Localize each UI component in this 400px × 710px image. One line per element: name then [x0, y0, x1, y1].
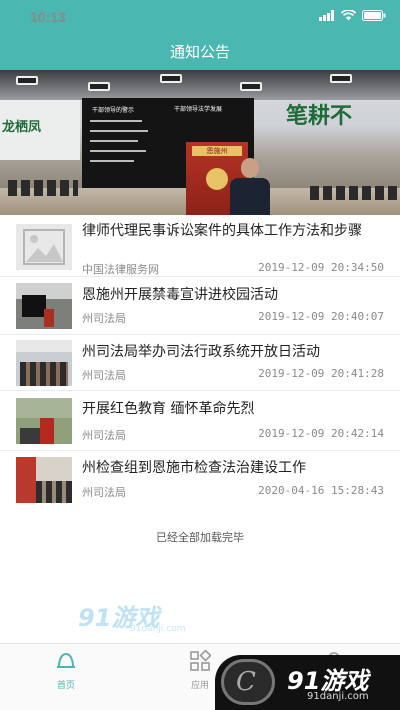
banner-calligraphy-right: 笔耕不 — [286, 103, 353, 129]
news-thumbnail — [16, 457, 72, 503]
watermark-url: 91danji.com — [130, 624, 186, 634]
list-item[interactable]: 州司法局举办司法行政系统开放日活动 州司法局 2019-12-09 20:41:… — [0, 335, 400, 391]
system-icons — [319, 10, 386, 21]
all-loaded-text: 已经全部加载完毕 — [156, 531, 244, 544]
watermark-brand-url: 91danji.com — [307, 691, 369, 702]
thumb-flag — [40, 418, 54, 444]
banner-image[interactable]: 龙栖凤 笔耕不 干部领导的警示 干部领导法学发展 恩施州 — [0, 70, 400, 215]
screen-title-right: 干部领导法学发展 — [174, 106, 223, 113]
banner-chairs — [310, 186, 400, 200]
list-item-source: 州司法局 — [82, 429, 126, 442]
list-item[interactable]: 律师代理民事诉讼案件的具体工作方法和步骤 中国法律服务网 2019-12-09 … — [0, 215, 400, 277]
list-item-title: 恩施州开展禁毒宣讲进校园活动 — [82, 287, 278, 303]
watermark-badge: C 91游戏 91danji.com — [215, 655, 400, 710]
watermark-c-letter: C — [236, 667, 256, 697]
apps-icon — [190, 649, 212, 671]
thumb-people — [20, 428, 40, 444]
screen-title-left: 干部领导的警示 — [92, 107, 135, 114]
list-item-title: 律师代理民事诉讼案件的具体工作方法和步骤 — [82, 223, 362, 239]
thumb-building — [16, 340, 72, 352]
battery-icon — [362, 10, 386, 21]
notice-list: 律师代理民事诉讼案件的具体工作方法和步骤 中国法律服务网 2019-12-09 … — [0, 215, 400, 509]
list-item-source: 州司法局 — [82, 486, 126, 499]
tab-home[interactable]: 首页 — [36, 650, 96, 691]
watermark-c-icon: C — [221, 659, 275, 705]
list-item-title: 州司法局举办司法行政系统开放日活动 — [82, 344, 320, 360]
thumb-people — [36, 481, 72, 503]
ceiling-light — [240, 82, 262, 91]
list-item-time: 2019-12-09 20:42:14 — [258, 427, 384, 440]
banner-calligraphy-left: 龙栖凤 — [2, 120, 42, 135]
tab-home-label: 首页 — [56, 681, 75, 691]
wifi-icon — [341, 10, 356, 21]
thumb-banner — [16, 457, 36, 503]
screen-text-line — [90, 150, 146, 152]
image-placeholder-icon — [16, 224, 72, 270]
banner-chairs — [8, 180, 78, 196]
screen-text-line — [90, 120, 142, 122]
page-title: 通知公告 — [169, 43, 230, 61]
ceiling-light — [88, 82, 110, 91]
ceiling-light — [16, 76, 38, 85]
speaker-head — [241, 158, 259, 178]
podium-plate-text: 恩施州 — [206, 147, 228, 155]
ceiling-light — [330, 74, 352, 83]
list-item-source: 州司法局 — [82, 312, 126, 325]
list-item-time: 2019-12-09 20:34:50 — [258, 261, 384, 274]
news-thumbnail — [16, 340, 72, 386]
list-item-time: 2020-04-16 15:28:43 — [258, 484, 384, 497]
nav-bar: 通知公告 — [0, 34, 400, 70]
list-item-title: 州检查组到恩施市检查法治建设工作 — [82, 460, 306, 476]
list-item-title: 开展红色教育 缅怀革命先烈 — [82, 401, 255, 417]
list-item-source: 州司法局 — [82, 369, 126, 382]
list-item[interactable]: 恩施州开展禁毒宣讲进校园活动 州司法局 2019-12-09 20:40:07 — [0, 277, 400, 335]
home-icon — [57, 652, 75, 668]
list-item-time: 2019-12-09 20:40:07 — [258, 310, 384, 323]
news-thumbnail — [16, 398, 72, 444]
watermark-logo: 91游戏 91danji.com — [78, 598, 185, 634]
status-bar: 10:13 — [0, 0, 400, 34]
list-item[interactable]: 开展红色教育 缅怀革命先烈 州司法局 2019-12-09 20:42:14 — [0, 391, 400, 451]
thumb-screen — [22, 295, 46, 317]
thumb-podium — [44, 309, 54, 327]
thumb-trees — [16, 398, 72, 418]
screen-text-line — [90, 160, 134, 162]
list-item[interactable]: 州检查组到恩施市检查法治建设工作 州司法局 2020-04-16 15:28:4… — [0, 451, 400, 509]
screen-text-line — [90, 130, 148, 132]
ceiling-light — [160, 74, 182, 83]
thumb-crowd — [20, 362, 68, 386]
list-item-source: 中国法律服务网 — [82, 263, 159, 276]
screen-text-line — [90, 140, 138, 142]
emblem-icon — [206, 168, 228, 190]
signal-icon — [319, 10, 334, 21]
list-item-time: 2019-12-09 20:41:28 — [258, 367, 384, 380]
speaker-body — [230, 178, 270, 215]
news-thumbnail — [16, 283, 72, 329]
podium-plate: 恩施州 — [192, 146, 242, 156]
